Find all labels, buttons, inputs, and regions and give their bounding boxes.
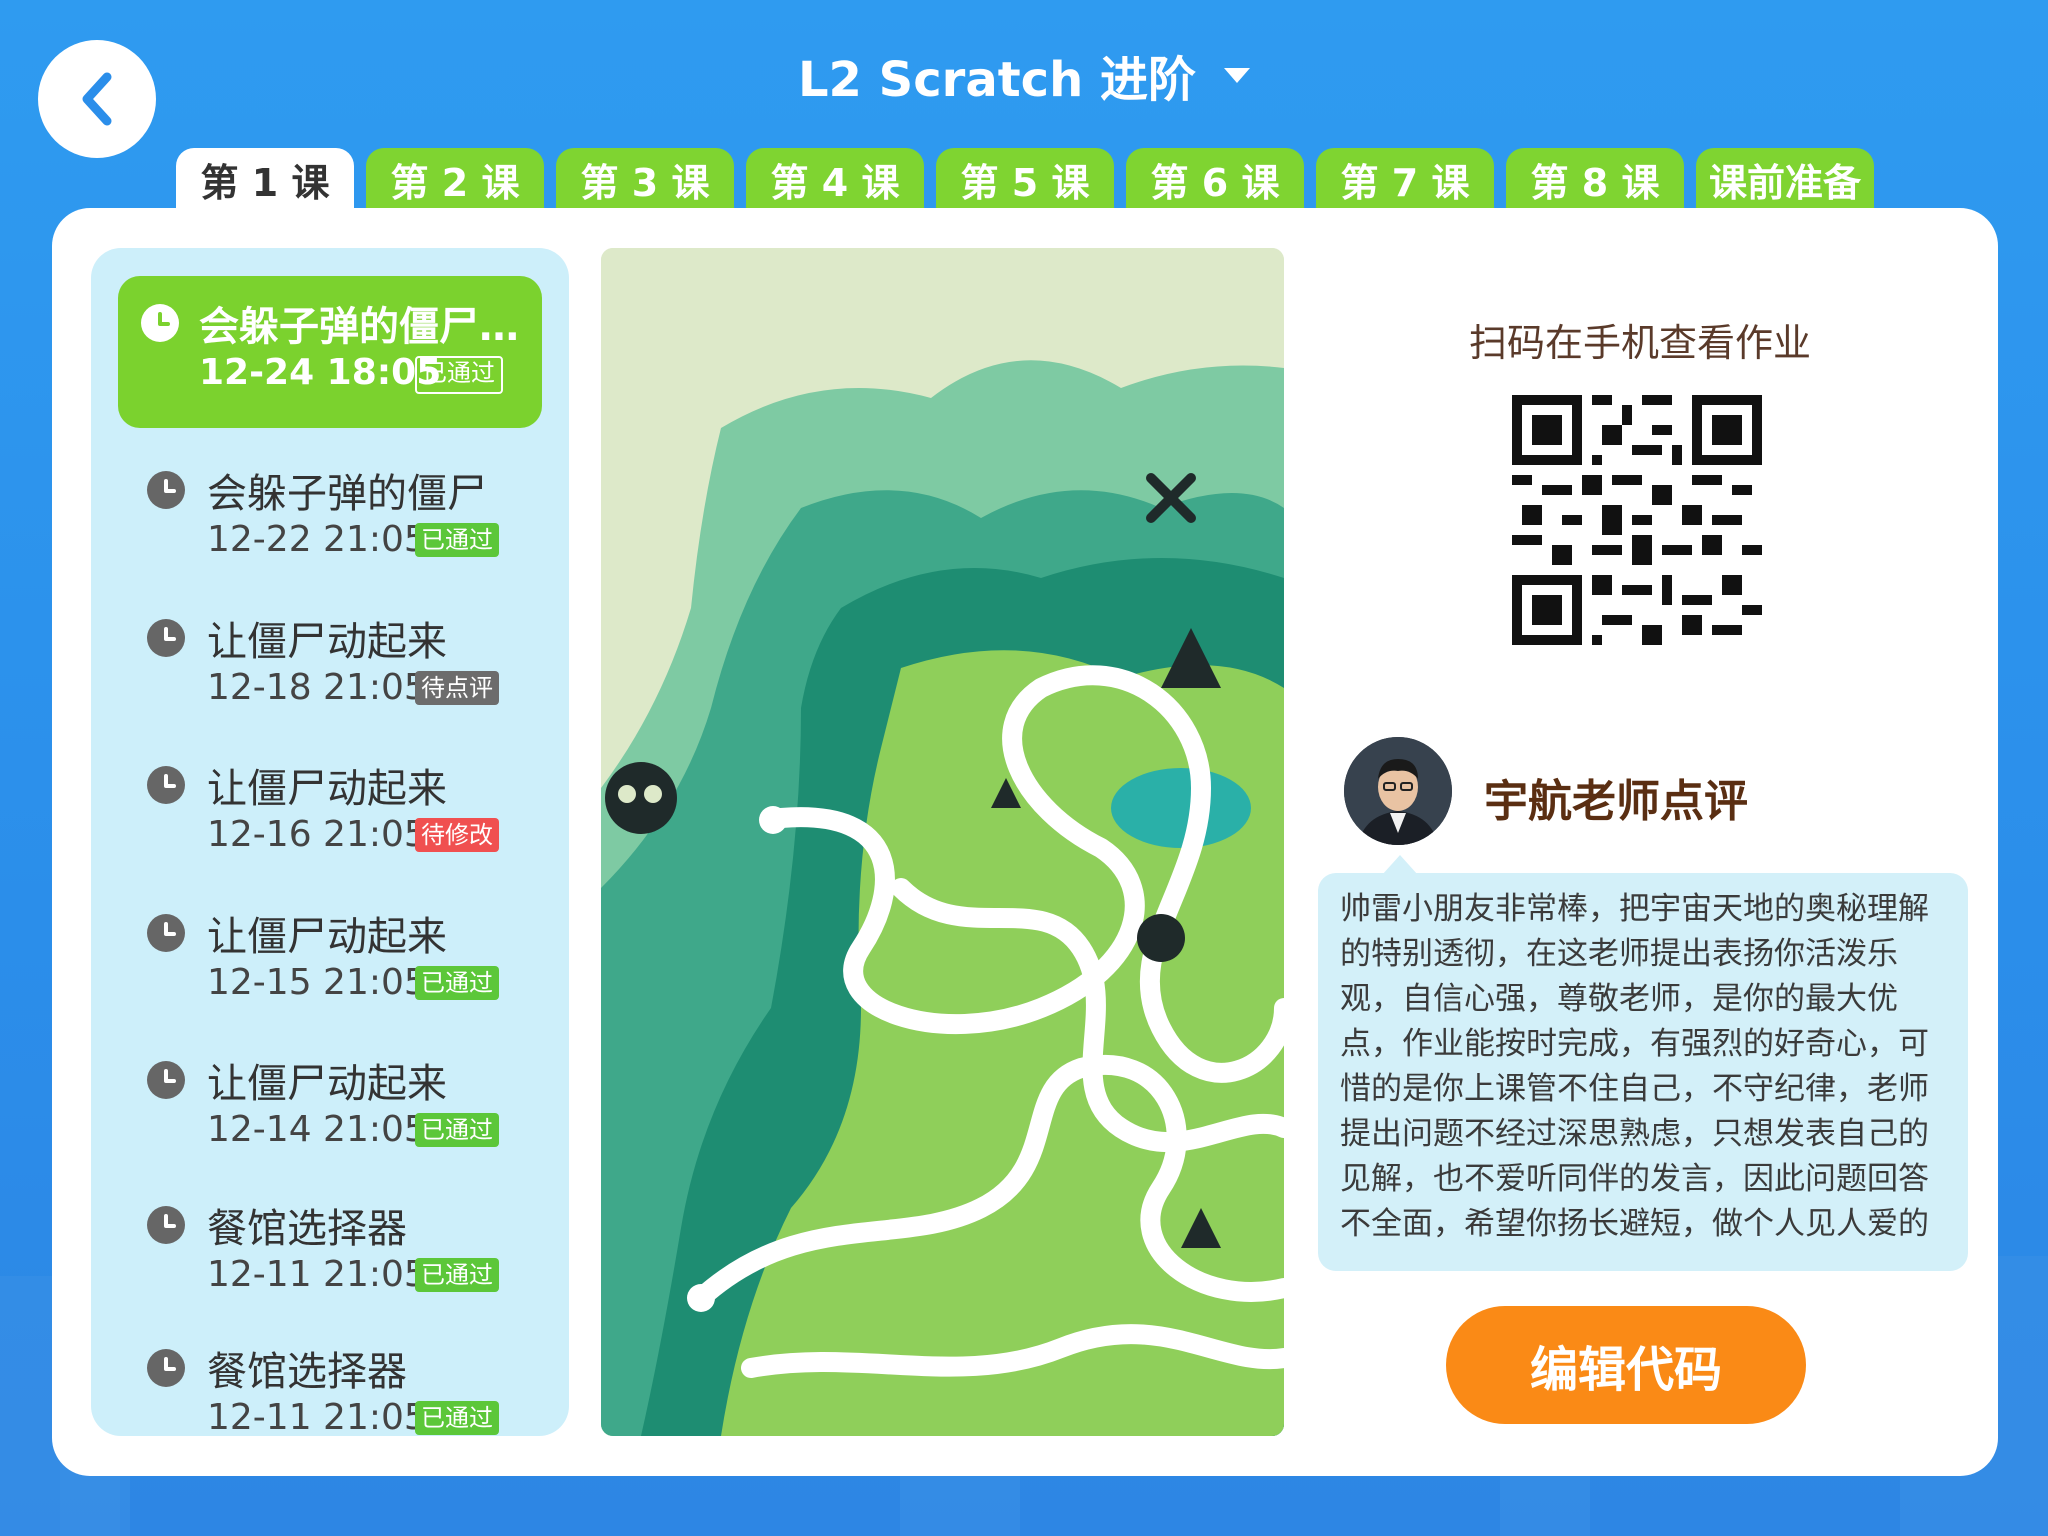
status-badge: 已通过 bbox=[415, 966, 499, 1000]
teacher-review-title: 宇航老师点评 bbox=[1484, 776, 1748, 827]
page-title: L2 Scratch 进阶 bbox=[797, 52, 1197, 108]
submission-date: 12-16 21:05 bbox=[207, 814, 427, 855]
submission-date: 12-24 18:05 bbox=[199, 352, 442, 393]
clock-icon bbox=[147, 914, 185, 952]
status-badge: 待点评 bbox=[415, 671, 499, 705]
tab-lesson-2[interactable]: 第 2 课 bbox=[366, 148, 544, 210]
status-badge: 待修改 bbox=[415, 818, 499, 852]
submission-date: 12-15 21:05 bbox=[207, 962, 427, 1003]
submission-title: 让僵尸动起来 bbox=[207, 619, 447, 665]
teacher-avatar bbox=[1344, 737, 1452, 845]
submission-item-selected[interactable]: 会躲子弹的僵尸… 12-24 18:05 已通过 bbox=[91, 276, 569, 428]
status-badge: 已通过 bbox=[415, 1401, 499, 1435]
submission-date: 12-18 21:05 bbox=[207, 667, 427, 708]
tab-lesson-3[interactable]: 第 3 课 bbox=[556, 148, 734, 210]
status-badge: 已通过 bbox=[415, 1258, 499, 1292]
bubble-tail bbox=[1382, 855, 1418, 875]
submission-date: 12-11 21:05 bbox=[207, 1254, 427, 1295]
submission-title: 会躲子弹的僵尸… bbox=[199, 304, 519, 350]
submission-item[interactable]: 让僵尸动起来 12-18 21:05 待点评 bbox=[91, 591, 569, 741]
map-illustration bbox=[601, 248, 1284, 1436]
status-badge: 已通过 bbox=[415, 356, 503, 394]
submission-item[interactable]: 会躲子弹的僵尸 12-22 21:05 已通过 bbox=[91, 443, 569, 593]
tab-lesson-7[interactable]: 第 7 课 bbox=[1316, 148, 1494, 210]
tab-preparation[interactable]: 课前准备 bbox=[1696, 148, 1874, 210]
submission-item[interactable]: 让僵尸动起来 12-14 21:05 已通过 bbox=[91, 1033, 569, 1183]
status-badge: 已通过 bbox=[415, 523, 499, 557]
tab-lesson-5[interactable]: 第 5 课 bbox=[936, 148, 1114, 210]
submission-item[interactable]: 让僵尸动起来 12-15 21:05 已通过 bbox=[91, 886, 569, 1036]
course-selector[interactable]: L2 Scratch 进阶 bbox=[0, 40, 2048, 110]
qr-code bbox=[1512, 395, 1762, 645]
submission-item[interactable]: 餐馆选择器 12-11 21:05 已通过 bbox=[91, 1321, 569, 1436]
edit-code-button[interactable]: 编辑代码 bbox=[1446, 1306, 1806, 1424]
clock-icon bbox=[147, 766, 185, 804]
submission-title: 餐馆选择器 bbox=[207, 1349, 407, 1395]
qr-label: 扫码在手机查看作业 bbox=[1468, 321, 1811, 365]
lesson-tabs: 第 1 课 第 2 课 第 3 课 第 4 课 第 5 课 第 6 课 第 7 … bbox=[176, 148, 1874, 210]
status-badge: 已通过 bbox=[415, 1113, 499, 1147]
tab-lesson-4[interactable]: 第 4 课 bbox=[746, 148, 924, 210]
clock-icon bbox=[147, 1206, 185, 1244]
submission-list[interactable]: 会躲子弹的僵尸… 12-24 18:05 已通过 会躲子弹的僵尸 12-22 2… bbox=[91, 248, 569, 1436]
clock-icon bbox=[147, 1061, 185, 1099]
tab-lesson-1[interactable]: 第 1 课 bbox=[176, 148, 354, 210]
caret-down-icon bbox=[1224, 67, 1251, 83]
clock-icon bbox=[147, 1349, 185, 1387]
submission-title: 让僵尸动起来 bbox=[207, 1061, 447, 1107]
submission-item[interactable]: 让僵尸动起来 12-16 21:05 待修改 bbox=[91, 738, 569, 888]
clock-icon bbox=[141, 304, 179, 342]
teacher-comment: 帅雷小朋友非常棒，把宇宙天地的奥秘理解的特别透彻，在这老师提出表扬你活泼乐观，自… bbox=[1318, 873, 1968, 1271]
project-preview[interactable] bbox=[601, 248, 1284, 1436]
submission-item[interactable]: 餐馆选择器 12-11 21:05 已通过 bbox=[91, 1178, 569, 1328]
submission-title: 让僵尸动起来 bbox=[207, 766, 447, 812]
clock-icon bbox=[147, 471, 185, 509]
tab-lesson-8[interactable]: 第 8 课 bbox=[1506, 148, 1684, 210]
submission-date: 12-14 21:05 bbox=[207, 1109, 427, 1150]
tab-lesson-6[interactable]: 第 6 课 bbox=[1126, 148, 1304, 210]
submission-title: 会躲子弹的僵尸 bbox=[207, 471, 487, 517]
submission-title: 让僵尸动起来 bbox=[207, 914, 447, 960]
clock-icon bbox=[147, 619, 185, 657]
teacher-portrait bbox=[1344, 737, 1452, 845]
submission-title: 餐馆选择器 bbox=[207, 1206, 407, 1252]
submission-date: 12-11 21:05 bbox=[207, 1397, 427, 1436]
submission-date: 12-22 21:05 bbox=[207, 519, 427, 560]
